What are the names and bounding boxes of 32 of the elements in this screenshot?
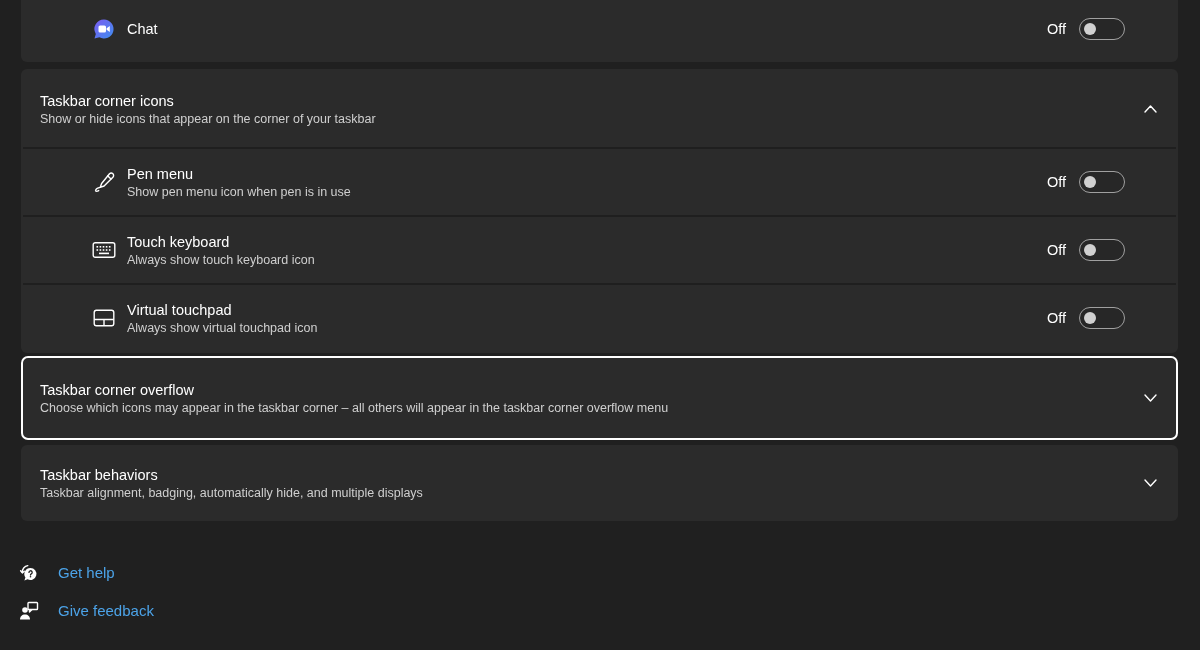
help-link[interactable]: Get help [58, 563, 115, 583]
chevron-down-icon[interactable] [1144, 394, 1157, 402]
toggle-state-label: Off [1046, 309, 1066, 328]
setting-description: Show pen menu icon when pen is in use [127, 183, 352, 201]
touchpad-icon [93, 309, 115, 327]
setting-description: Always show touch keyboard icon [127, 251, 316, 269]
section-title: Taskbar corner icons [40, 91, 175, 111]
chat-icon [93, 18, 115, 40]
keyboard-icon [92, 241, 116, 259]
toggle-switch[interactable] [1079, 239, 1125, 261]
setting-description: Always show virtual touchpad icon [127, 319, 319, 337]
section-subtitle: Show or hide icons that appear on the corner of your taskbar [40, 110, 377, 128]
help-link[interactable]: Give feedback [58, 601, 154, 621]
section-title: Taskbar corner overflow [40, 380, 195, 400]
toggle-state-label: Off [1046, 241, 1066, 260]
toggle-state-label: Off [1046, 20, 1066, 39]
toggle-switch[interactable] [1079, 307, 1125, 329]
pen-icon [93, 171, 115, 193]
help-icon [19, 563, 39, 583]
chevron-up-icon[interactable] [1144, 105, 1157, 113]
section-subtitle: Taskbar alignment, badging, automatically hide, and multiple displays [40, 484, 424, 502]
setting-title: Chat [127, 20, 159, 39]
setting-title: Virtual touchpad [127, 300, 233, 320]
toggle-state-label: Off [1046, 173, 1066, 192]
toggle-switch[interactable] [1079, 171, 1125, 193]
toggle-switch[interactable] [1079, 18, 1125, 40]
feedback-icon [19, 601, 39, 621]
chevron-down-icon[interactable] [1144, 479, 1157, 487]
setting-title: Pen menu [127, 164, 195, 184]
section-subtitle: Choose which icons may appear in the taskbar corner – all others will appear in the taskbar corner overflow menu [40, 399, 670, 417]
setting-title: Touch keyboard [127, 232, 231, 252]
section-title: Taskbar behaviors [40, 465, 159, 485]
